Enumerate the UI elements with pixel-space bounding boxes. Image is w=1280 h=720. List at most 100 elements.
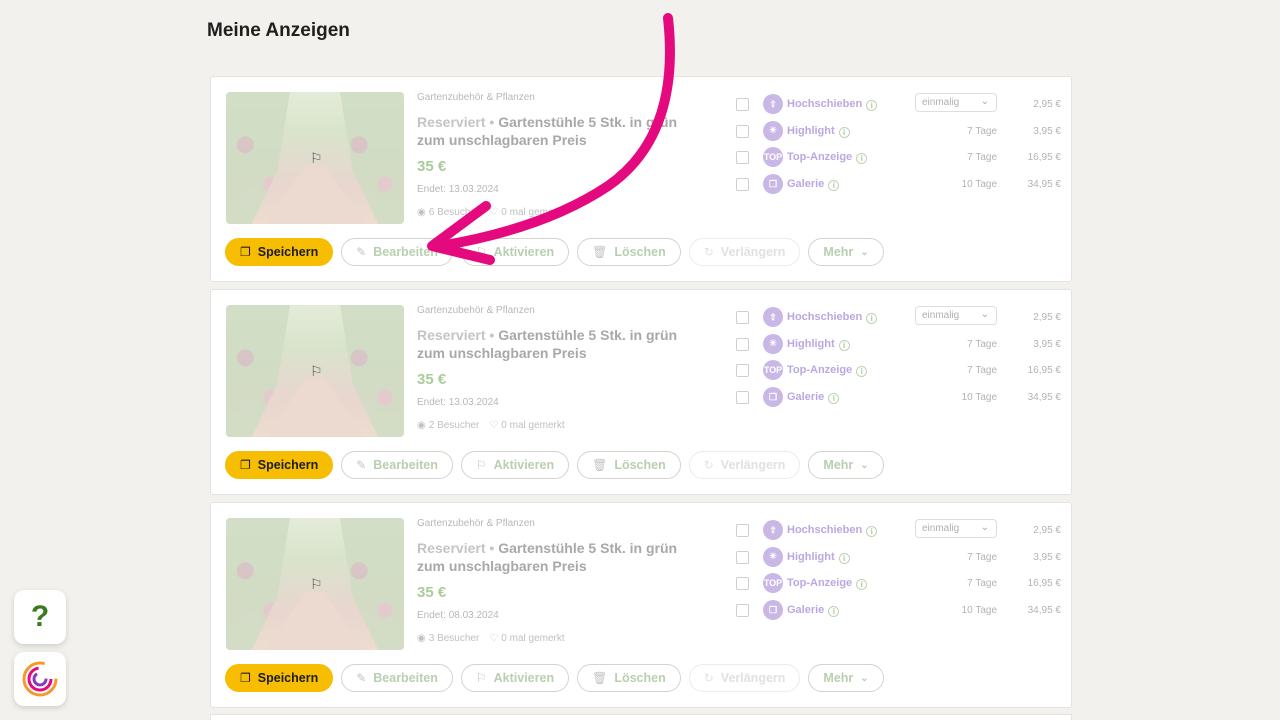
edit-button[interactable]: ✎ Bearbeiten — [341, 664, 453, 692]
brand-logo-button[interactable] — [14, 652, 66, 706]
promo-row-2: TOP Top-Anzeige i 7 Tage 16,95 € — [735, 359, 1061, 386]
info-icon[interactable]: i — [828, 393, 840, 405]
promo-checkbox[interactable] — [736, 524, 749, 537]
promo-name: Galerie — [787, 391, 825, 404]
promo-price: 2,95 € — [1033, 99, 1061, 110]
listing-title[interactable]: Reserviert • Gartenstühle 5 Stk. in grün… — [417, 113, 707, 149]
info-icon[interactable]: i — [828, 606, 840, 618]
promo-checkbox[interactable] — [736, 604, 749, 618]
listing-thumbnail[interactable]: ⚐ — [226, 518, 404, 650]
activate-button[interactable]: ⚐ Aktivieren — [460, 238, 570, 266]
listing-category: Gartenzubehör & Pflanzen — [417, 518, 535, 529]
promo-checkbox[interactable] — [736, 391, 749, 405]
promo-checkbox[interactable] — [736, 151, 749, 165]
flag-icon: ⚐ — [310, 150, 323, 166]
duration-select[interactable]: einmalig ⌄ — [915, 306, 997, 325]
flag-icon: ⚐ — [310, 363, 323, 379]
listing-thumbnail[interactable]: ⚐ — [226, 92, 404, 224]
refresh-icon: ↻ — [703, 671, 714, 685]
info-icon[interactable]: i — [856, 153, 868, 165]
promo-price: 3,95 € — [1033, 338, 1061, 350]
watch-count: 0 mal gemerkt — [501, 633, 565, 644]
save-button[interactable]: ❐ Speichern — [225, 238, 334, 266]
listing-actions: ❐ Speichern ✎ Bearbeiten ⚐ Aktivieren 🗑 Lösc… — [225, 451, 884, 479]
listing-thumbnail[interactable]: ⚐ — [226, 305, 404, 437]
extend-button[interactable]: ↻ Verlängern — [688, 238, 801, 266]
extend-button[interactable]: ↻ Verlängern — [688, 664, 801, 692]
info-icon[interactable]: i — [856, 579, 868, 591]
promo-row-0: ⇧ Hochschieben i einmalig ⌄ 2,95 € — [735, 306, 1061, 333]
listing-title[interactable]: Reserviert • Gartenstühle 5 Stk. in grün… — [417, 326, 707, 362]
promo-row-0: ⇧ Hochschieben i einmalig ⌄ 2,95 € — [735, 93, 1061, 120]
info-icon[interactable]: i — [866, 526, 878, 537]
listing-card: ⚐ Gartenzubehör & Pflanzen Reserviert • … — [210, 289, 1072, 495]
promo-row-1: ✳ Highlight i 7 Tage 3,95 € — [735, 333, 1061, 360]
promo-checkbox[interactable] — [736, 337, 749, 351]
promo-price: 16,95 € — [1027, 365, 1061, 377]
listing-actions: ❐ Speichern ✎ Bearbeiten ⚐ Aktivieren 🗑 Lösc… — [225, 664, 884, 692]
promo-price: 16,95 € — [1027, 152, 1061, 164]
sparkle-icon: ✳ — [763, 333, 783, 354]
trash-icon: 🗑 — [592, 458, 608, 472]
duration-select[interactable]: einmalig ⌄ — [915, 519, 997, 538]
info-icon[interactable]: i — [838, 126, 850, 138]
heart-icon: ♡ — [489, 420, 499, 431]
promotion-options: ⇧ Hochschieben i einmalig ⌄ 2,95 € ✳ Highl… — [735, 306, 1061, 413]
info-icon[interactable]: i — [866, 100, 878, 111]
pencil-icon: ✎ — [356, 245, 367, 259]
listing-price: 35 € — [417, 371, 447, 388]
info-icon[interactable]: i — [838, 339, 850, 351]
listing-category: Gartenzubehör & Pflanzen — [417, 92, 535, 103]
promo-price: 2,95 € — [1033, 525, 1061, 536]
delete-button[interactable]: 🗑 Löschen — [577, 664, 681, 692]
more-button[interactable]: Mehr ⌄ — [808, 238, 884, 266]
status-label: Reserviert — [417, 540, 486, 556]
status-label: Reserviert — [417, 114, 486, 130]
listing-price: 35 € — [417, 584, 447, 601]
extend-button[interactable]: ↻ Verlängern — [688, 451, 801, 479]
info-icon[interactable]: i — [838, 552, 850, 564]
save-button[interactable]: ❐ Speichern — [225, 451, 334, 479]
promo-checkbox[interactable] — [736, 178, 749, 192]
edit-button[interactable]: ✎ Bearbeiten — [341, 451, 453, 479]
more-button[interactable]: Mehr ⌄ — [808, 451, 884, 479]
save-icon: ❐ — [240, 671, 251, 685]
heart-icon: ♡ — [489, 207, 499, 218]
delete-button[interactable]: 🗑 Löschen — [577, 238, 681, 266]
listing-card: ⚐ Gartenzubehör & Pflanzen Reserviert • … — [210, 76, 1072, 282]
promo-name: Hochschieben — [787, 311, 863, 323]
promo-duration: 7 Tage — [967, 338, 997, 350]
promo-checkbox[interactable] — [736, 311, 749, 324]
listing-card-partial — [210, 714, 1072, 720]
promo-row-2: TOP Top-Anzeige i 7 Tage 16,95 € — [735, 572, 1061, 599]
more-button[interactable]: Mehr ⌄ — [808, 664, 884, 692]
refresh-icon: ↻ — [703, 245, 714, 259]
promo-name: Highlight — [787, 337, 835, 350]
promo-duration: 10 Tage — [961, 605, 997, 617]
promo-checkbox[interactable] — [736, 98, 749, 111]
top-badge-icon: TOP — [763, 573, 783, 594]
chevron-down-icon: ⌄ — [980, 96, 989, 107]
promo-name: Top-Anzeige — [787, 364, 853, 377]
save-button[interactable]: ❐ Speichern — [225, 664, 334, 692]
activate-button[interactable]: ⚐ Aktivieren — [460, 451, 570, 479]
info-icon[interactable]: i — [856, 366, 868, 378]
listing-title[interactable]: Reserviert • Gartenstühle 5 Stk. in grün… — [417, 539, 707, 575]
promo-name: Hochschieben — [787, 524, 863, 536]
save-icon: ❐ — [240, 458, 251, 472]
promo-checkbox[interactable] — [736, 550, 749, 564]
edit-button[interactable]: ✎ Bearbeiten — [341, 238, 453, 266]
promo-checkbox[interactable] — [736, 577, 749, 591]
info-icon[interactable]: i — [828, 180, 840, 192]
activate-button[interactable]: ⚐ Aktivieren — [460, 664, 570, 692]
listing-price: 35 € — [417, 158, 447, 175]
top-badge-icon: TOP — [763, 147, 783, 168]
promo-checkbox[interactable] — [736, 124, 749, 138]
delete-button[interactable]: 🗑 Löschen — [577, 451, 681, 479]
duration-select[interactable]: einmalig ⌄ — [915, 93, 997, 112]
help-button[interactable]: ? — [14, 590, 66, 644]
chevron-down-icon: ⌄ — [980, 522, 989, 533]
info-icon[interactable]: i — [866, 313, 878, 324]
chevron-down-icon: ⌄ — [980, 309, 989, 320]
promo-checkbox[interactable] — [736, 364, 749, 378]
